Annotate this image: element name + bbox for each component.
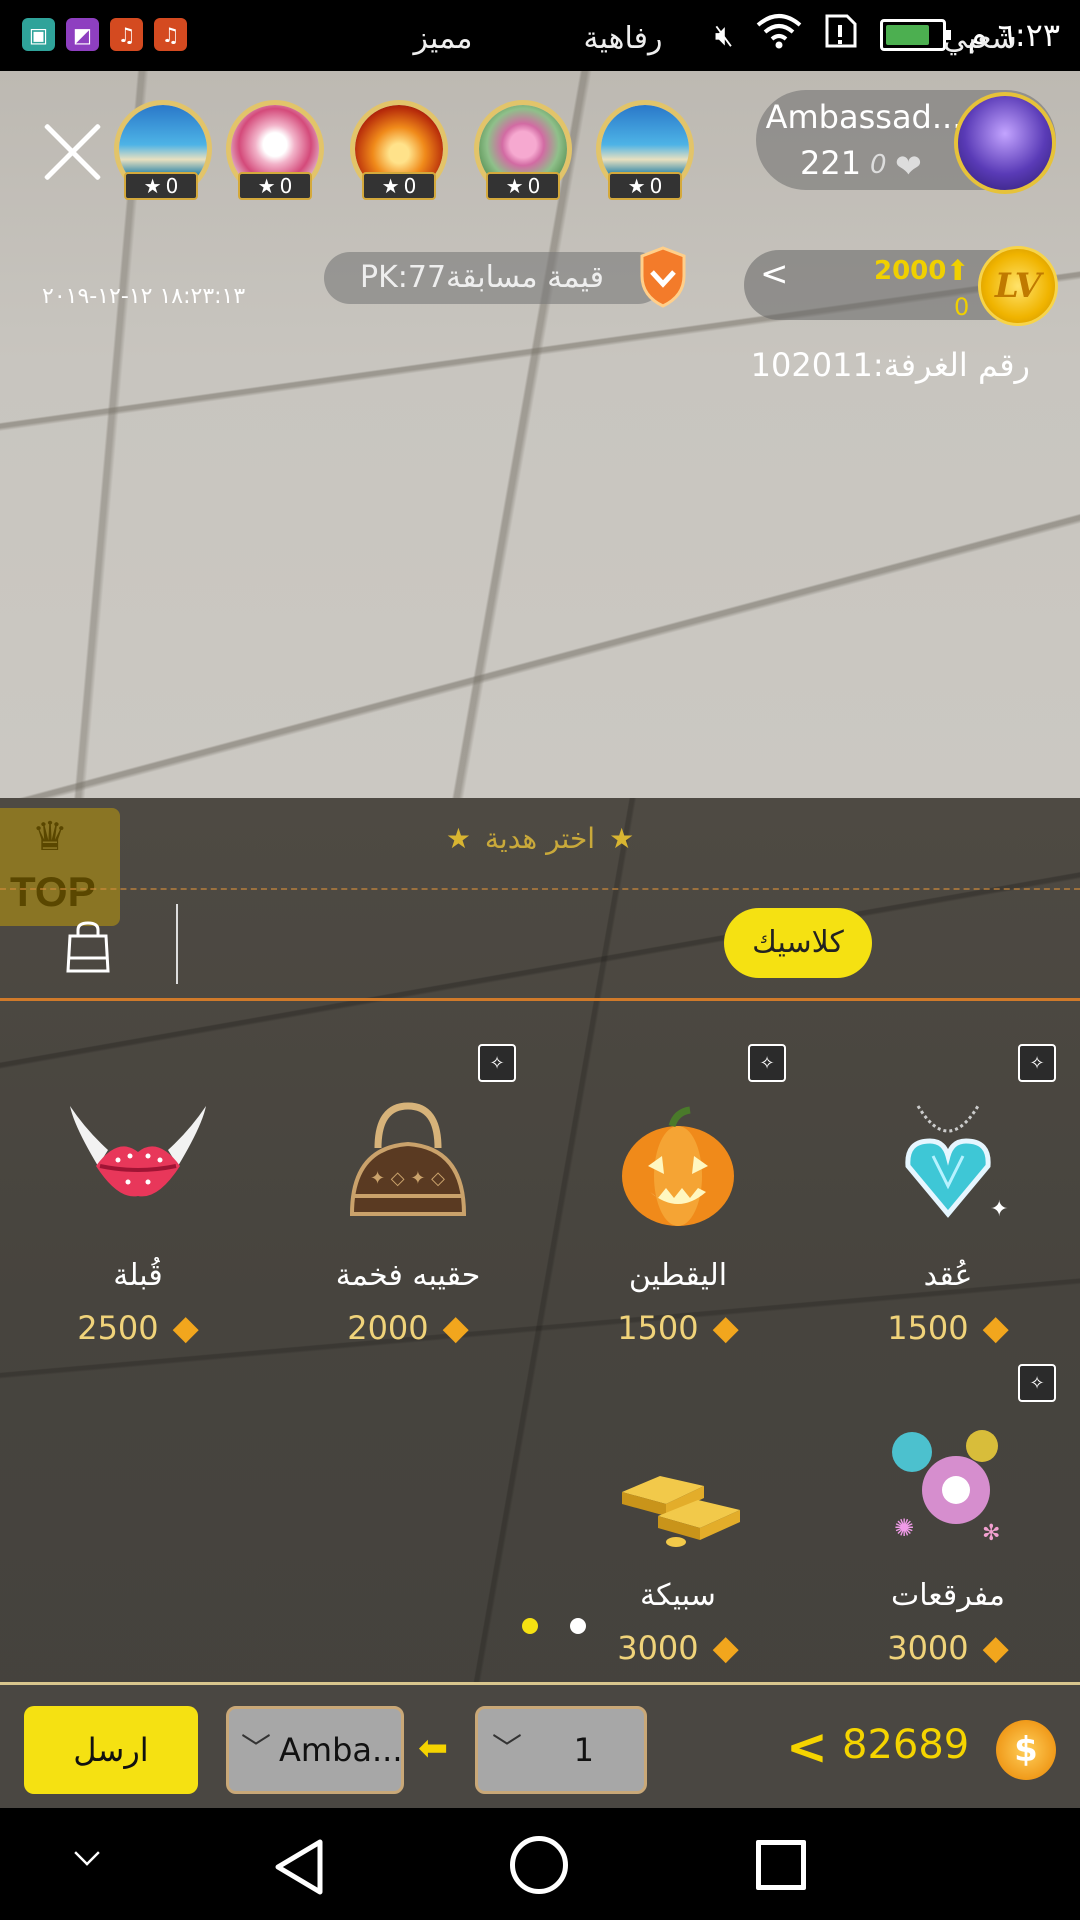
tab-popular[interactable]: شعبي [920, 4, 1040, 74]
recipient-select[interactable]: ﹀ Amba... [226, 1706, 404, 1794]
viewer-badge: ★ 0 [238, 172, 312, 200]
gift-name: قُبلة [113, 1258, 163, 1293]
gift-price: 2000 ◆ [347, 1308, 469, 1348]
viewer-badge: ★ 0 [362, 172, 436, 200]
host-name: Ambassad... [765, 98, 963, 136]
host-hearts: 0 [870, 150, 887, 180]
star-icon: ★ [445, 822, 471, 855]
svg-text:✦ ◇ ✦ ◇: ✦ ◇ ✦ ◇ [370, 1168, 445, 1189]
mute-icon: 🔇︎ [714, 17, 734, 53]
viewer-badge: ★ 0 [608, 172, 682, 200]
diamond-icon: ◆ [442, 1308, 469, 1348]
wifi-icon [756, 13, 802, 57]
level-sub: 0 [954, 293, 970, 321]
page-dot-active[interactable] [522, 1618, 538, 1634]
gift-item[interactable]: قُبلة 2500 ◆ [8, 1096, 268, 1396]
gift-price: 2500 ◆ [77, 1308, 199, 1348]
gift-name: مفرقعات [891, 1578, 1005, 1613]
gift-price: 1500 ◆ [617, 1308, 739, 1348]
music-icon: ♫ [110, 18, 143, 51]
bag-icon[interactable] [64, 920, 112, 974]
fireworks-icon: ✺ ✻ [892, 1430, 1000, 1546]
gift-item[interactable]: ✦ ◇ ✦ ◇ حقيبه فخمة 2000 ◆ [278, 1096, 538, 1396]
gift-panel-title: ★ اختر هدية ★ [445, 822, 635, 855]
host-avatar[interactable] [954, 92, 1056, 194]
page-dot[interactable] [570, 1618, 586, 1634]
gift-price: 1500 ◆ [887, 1308, 1009, 1348]
coin-icon[interactable]: $ [996, 1720, 1056, 1780]
gift-item[interactable]: اليقطين 1500 ◆ [548, 1096, 808, 1396]
svg-text:✦: ✦ [990, 1197, 1008, 1222]
gift-price: 3000 ◆ [887, 1628, 1009, 1668]
app-root: ▣ ◩ ♫ ♫ 🔇︎ ٦:٢٣ م ★ 0 ★ 0 ★ 0 ★ 0 ★ 0 Ambassa… [0, 0, 1080, 1920]
home-icon[interactable] [510, 1836, 568, 1894]
level-badge: LV [978, 246, 1058, 326]
chevron-left-icon[interactable]: < [786, 1718, 828, 1776]
gift-item[interactable]: ✦ عُقد 1500 ◆ [818, 1096, 1078, 1396]
gift-item[interactable]: سبيكة 3000 ◆ [548, 1416, 808, 1716]
arrow-up-icon: ⬆ [946, 254, 970, 287]
status-bar: ▣ ◩ ♫ ♫ 🔇︎ ٦:٢٣ م [0, 0, 1080, 71]
kiss-icon [70, 1106, 206, 1197]
star-icon: ★ [505, 174, 524, 198]
gift-name: اليقطين [628, 1258, 728, 1293]
gift-price: 3000 ◆ [617, 1628, 739, 1668]
star-icon: ★ [257, 174, 276, 198]
close-icon[interactable] [38, 118, 106, 186]
animated-tag-icon: ✧ [1018, 1044, 1056, 1082]
svg-text:✺: ✺ [894, 1514, 914, 1542]
handbag-icon: ✦ ◇ ✦ ◇ [349, 1102, 467, 1216]
divider [0, 888, 1080, 890]
star-icon: ★ [143, 174, 162, 198]
diamond-icon: ◆ [982, 1308, 1009, 1348]
pumpkin-icon [622, 1106, 734, 1226]
divider [0, 998, 1080, 1001]
divider [176, 904, 178, 984]
heart-icon: ❤ [895, 147, 922, 185]
diamond-icon: ◆ [172, 1308, 199, 1348]
animated-tag-icon: ✧ [1018, 1364, 1056, 1402]
star-icon: ★ [609, 822, 635, 855]
star-icon: ★ [627, 174, 646, 198]
animated-tag-icon: ✧ [478, 1044, 516, 1082]
music-icon: ♫ [154, 18, 187, 51]
animated-tag-icon: ✧ [748, 1044, 786, 1082]
diamond-icon: ◆ [712, 1308, 739, 1348]
chevron-down-icon: ﹀ [241, 1732, 271, 1767]
svg-text:✻: ✻ [982, 1521, 1000, 1546]
back-icon[interactable] [272, 1838, 326, 1896]
quantity-select[interactable]: ﹀ 1 [475, 1706, 647, 1794]
necklace-icon: ✦ [905, 1105, 1008, 1222]
gift-name: سبيكة [640, 1578, 716, 1613]
sim-icon [824, 13, 858, 57]
shield-icon [640, 246, 686, 308]
gift-name: عُقد [923, 1258, 973, 1293]
arrow-left-icon: ⬅ [418, 1728, 449, 1769]
gift-item[interactable]: ✺ ✻ مفرقعات 3000 ◆ [818, 1416, 1078, 1716]
chevron-left-icon[interactable]: < [760, 254, 789, 294]
viewer-badge: ★ 0 [486, 172, 560, 200]
send-button[interactable]: ارسل [24, 1706, 198, 1794]
viewer-badge: ★ 0 [124, 172, 198, 200]
tab-special[interactable]: مميز [388, 4, 498, 74]
tab-luxury[interactable]: رفاهية [560, 4, 686, 74]
gallery-icon: ◩ [66, 18, 99, 51]
level-score: 2000 [874, 256, 947, 286]
stream-datetime: ١٨:٢٣:١٣ ١٢-١٢-٢٠١٩ [42, 284, 246, 309]
pk-value: قيمة مسابقةPK:77 [324, 252, 664, 304]
star-icon: ★ [381, 174, 400, 198]
host-count: 221 [800, 144, 862, 182]
gift-name: حقيبه فخمة [335, 1258, 481, 1293]
coin-balance: 82689 [842, 1722, 970, 1768]
chevron-down-icon: ﹀ [492, 1732, 522, 1767]
recent-apps-icon[interactable] [756, 1840, 806, 1890]
tab-classic[interactable]: كلاسيك [724, 908, 872, 978]
room-number: رقم الغرفة:102011 [750, 346, 1030, 384]
gold-bar-icon [622, 1476, 740, 1547]
diamond-icon: ◆ [712, 1628, 739, 1668]
diamond-icon: ◆ [982, 1628, 1009, 1668]
android-icon: ▣ [22, 18, 55, 51]
